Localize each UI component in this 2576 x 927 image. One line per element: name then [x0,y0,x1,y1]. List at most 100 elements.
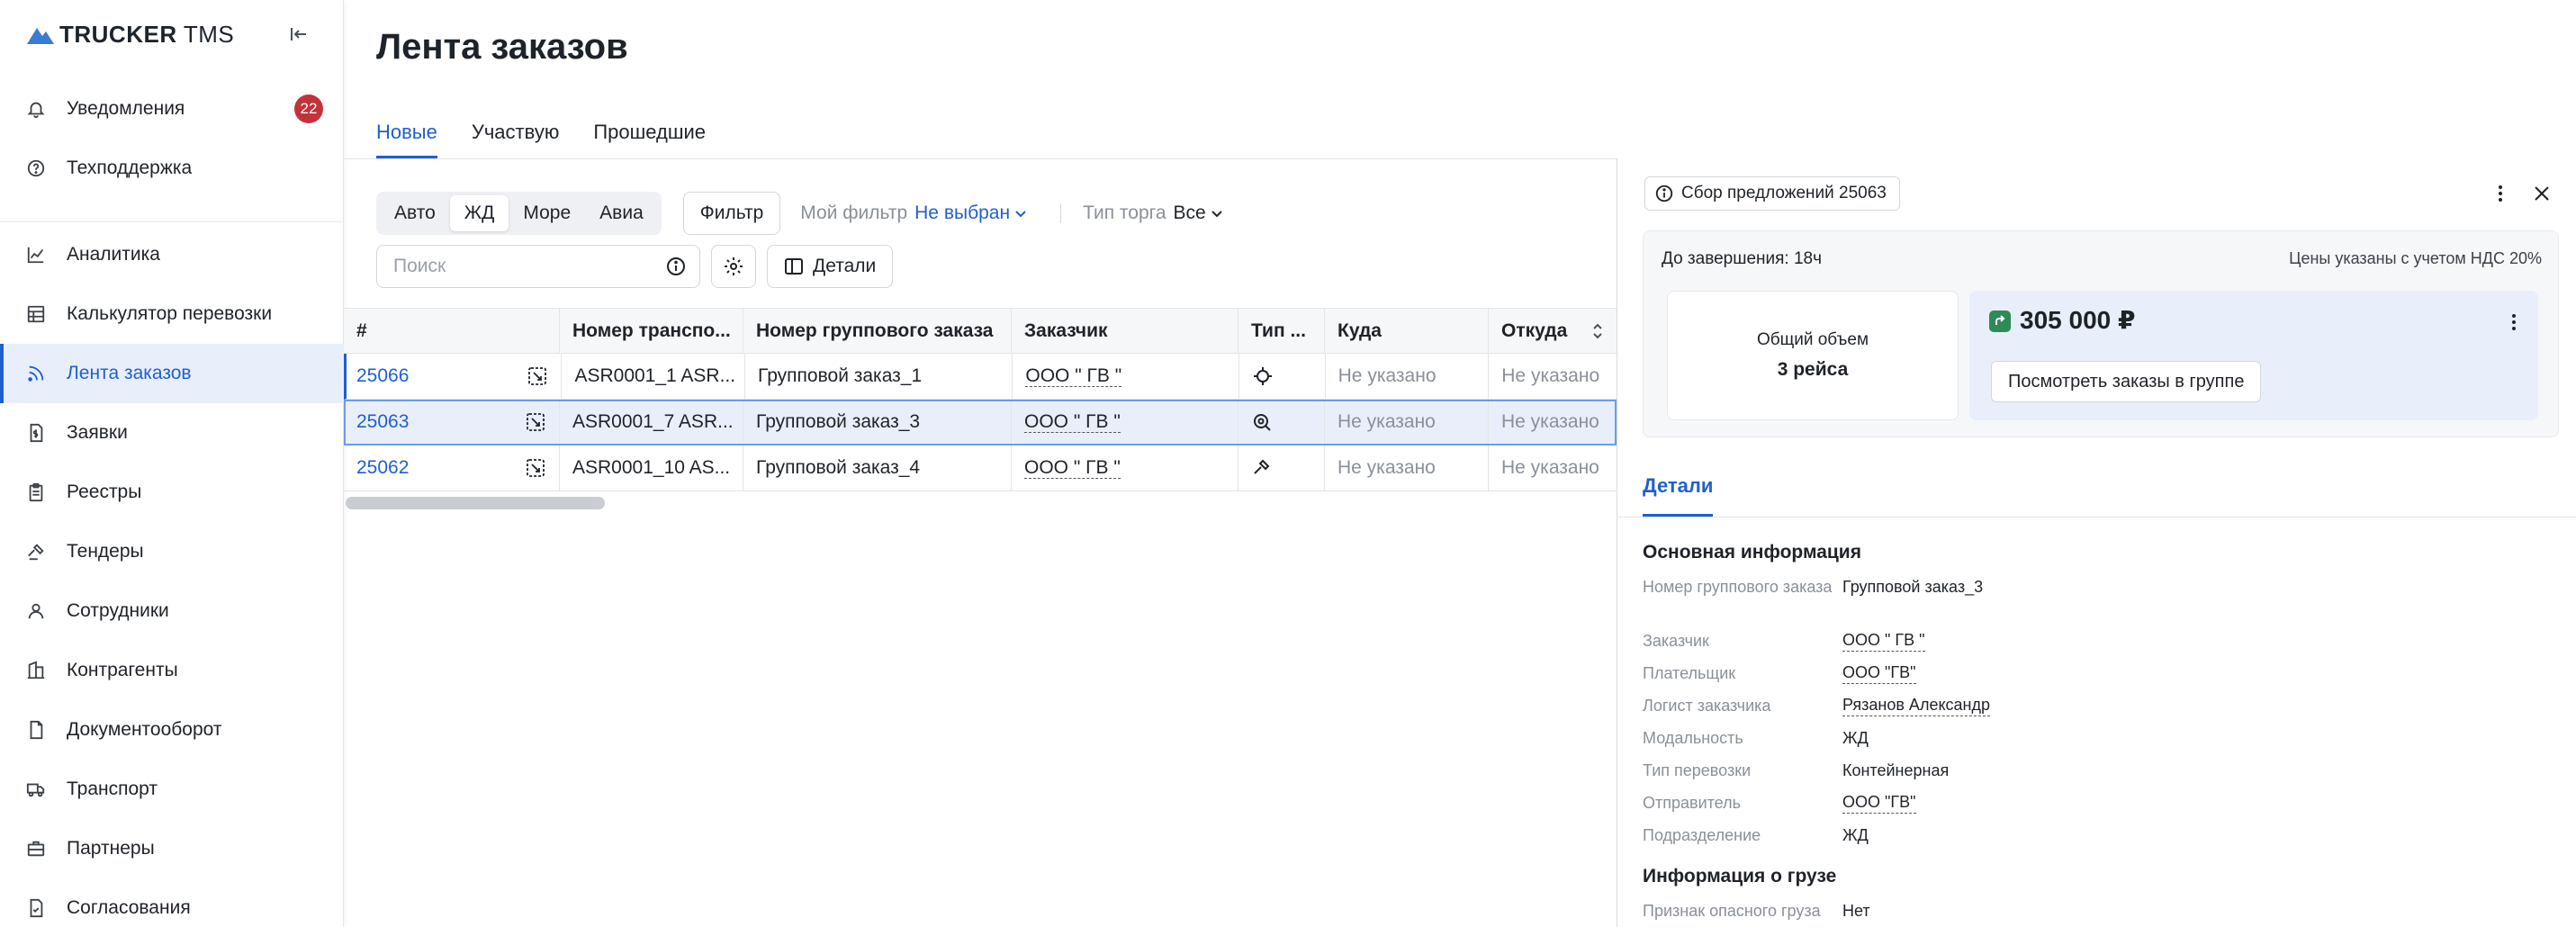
sidebar-item-employees[interactable]: Сотрудники [0,581,344,641]
type-cell [1239,354,1326,399]
briefcase-icon [25,838,47,860]
sidebar-item-requests[interactable]: Заявки [0,403,344,463]
info-row-customer: Заказчик ООО " ГВ " [1643,630,2543,652]
mode-sea[interactable]: Море [509,195,585,231]
sidebar-item-label: Лента заказов [67,363,192,383]
table-row[interactable]: 25062 ASR0001_10 AS... Групповой заказ_4… [344,446,1617,491]
mode-air[interactable]: Авиа [585,195,658,231]
info-row-payer: Плательщик ООО "ГВ" [1643,662,2543,684]
customer-link[interactable]: ООО " ГВ " [1025,365,1122,387]
sidebar-item-label: Тендеры [67,541,144,562]
bell-icon [25,98,47,120]
chevron-down-icon [1211,211,1222,218]
select-group-icon[interactable] [525,457,546,479]
customer-link[interactable]: ООО " ГВ " [1024,457,1121,479]
view-group-orders-button[interactable]: Посмотреть заказы в группе [1991,361,2262,402]
sidebar-item-tenders[interactable]: Тендеры [0,522,344,581]
trade-type-dropdown[interactable]: Все [1174,202,1224,224]
logist-link[interactable]: Рязанов Александр [1842,695,1990,716]
gear-icon [725,257,743,275]
mode-rail[interactable]: ЖД [449,195,509,231]
col-header-id[interactable]: # [344,309,560,353]
type-cell [1238,446,1325,490]
tab-participating[interactable]: Участвую [472,106,559,158]
customer-link[interactable]: ООО " ГВ " [1842,630,1925,652]
sidebar-item-order-feed[interactable]: Лента заказов [0,344,344,403]
my-filter-dropdown[interactable]: Не выбран [914,202,1028,224]
vat-note: Цены указаны с учетом НДС 20% [2289,249,2542,267]
logo[interactable]: TRUCKER TMS [27,20,234,49]
customer-cell: ООО " ГВ " [1012,400,1238,445]
select-group-icon[interactable] [527,365,548,387]
info-key: Модальность [1643,729,1743,747]
select-group-icon[interactable] [525,411,546,433]
more-vertical-icon[interactable] [2502,309,2526,336]
col-header-transport[interactable]: Номер транспо... [560,309,743,353]
sidebar-item-transport[interactable]: Транспорт [0,760,344,819]
order-id-link[interactable]: 25063 [356,411,409,433]
table-row[interactable]: 25066 ASR0001_1 ASR... Групповой заказ_1… [344,354,1617,400]
transport-number-cell: ASR0001_7 ASR... [560,400,743,445]
sender-link[interactable]: ООО "ГВ" [1842,792,1916,814]
volume-value: 3 рейса [1777,359,1849,380]
tab-details[interactable]: Детали [1643,455,1714,517]
tab-past[interactable]: Прошедшие [593,106,706,158]
gavel-icon [1251,457,1273,479]
table-horizontal-scrollbar[interactable] [346,497,605,509]
row-id-cell: 25062 [344,446,560,490]
sort-icon[interactable] [1591,322,1604,340]
tab-new[interactable]: Новые [376,106,437,158]
sidebar-item-analytics[interactable]: Аналитика [0,225,344,284]
trade-type: Тип торга Все [1083,202,1224,224]
col-header-from[interactable]: Откуда [1489,309,1617,353]
sidebar-item-approvals[interactable]: Согласования [0,878,344,927]
sidebar-item-label: Уведомления [67,98,185,119]
mode-auto[interactable]: Авто [380,195,450,231]
filter-button[interactable]: Фильтр [682,192,781,235]
gavel-icon [25,541,47,562]
payer-link[interactable]: ООО "ГВ" [1842,662,1916,684]
sidebar-item-calculator[interactable]: Калькулятор перевозки [0,284,344,344]
order-detail-panel: Сбор предложений 25063 До завершения: 18… [1617,158,2576,927]
order-id-link[interactable]: 25062 [356,457,409,479]
sidebar-item-document-flow[interactable]: Документооборот [0,700,344,760]
sidebar-item-label: Аналитика [67,244,160,265]
info-row-group-order: Номер группового заказа Групповой заказ_… [1643,576,2543,598]
info-key: Заказчик [1643,632,1709,650]
trade-type-value: Все [1173,202,1206,223]
info-row-modality: Модальность ЖД [1643,727,2543,749]
customer-cell: ООО " ГВ " [1012,446,1238,490]
table-row-selected[interactable]: 25063 ASR0001_7 ASR... Групповой заказ_3… [344,400,1617,446]
close-icon[interactable] [2528,180,2555,207]
col-header-to[interactable]: Куда [1325,309,1489,353]
sidebar-top-group: Уведомления 22 Техподдержка [0,79,344,198]
sidebar-item-partners[interactable]: Партнеры [0,819,344,878]
rss-icon [25,363,47,384]
sidebar-item-registries[interactable]: Реестры [0,463,344,522]
details-toggle-button[interactable]: Детали [767,245,894,288]
sidebar-item-notifications[interactable]: Уведомления 22 [0,79,344,139]
search-input[interactable] [393,256,645,277]
my-filter-value: Не выбран [914,202,1011,223]
order-id-link[interactable]: 25066 [356,365,409,387]
from-cell: Не указано [1501,457,1599,478]
chevron-down-icon [1015,211,1026,218]
document-icon [25,719,47,741]
orders-table: # Номер транспо... Номер группового зака… [344,308,1617,491]
to-cell: Не указано [1325,446,1489,490]
col-header-type[interactable]: Тип ... [1238,309,1325,353]
my-filter: Мой фильтр Не выбран [800,202,1028,224]
price-arrow-icon [1989,310,2011,332]
cargo-info-title: Информация о грузе [1643,866,1837,886]
col-header-group-order[interactable]: Номер группового заказа [743,309,1012,353]
sidebar-item-counterparties[interactable]: Контрагенты [0,641,344,700]
sidebar-item-support[interactable]: Техподдержка [0,139,344,198]
col-header-customer[interactable]: Заказчик [1012,309,1238,353]
info-value: Нет [1842,902,1870,920]
customer-link[interactable]: ООО " ГВ " [1024,411,1121,433]
settings-button[interactable] [711,245,756,288]
more-vertical-icon[interactable] [2487,180,2514,207]
price-value: 305 000 ₽ [2020,306,2136,334]
collapse-sidebar-icon[interactable] [284,20,313,49]
info-icon[interactable] [665,256,687,277]
